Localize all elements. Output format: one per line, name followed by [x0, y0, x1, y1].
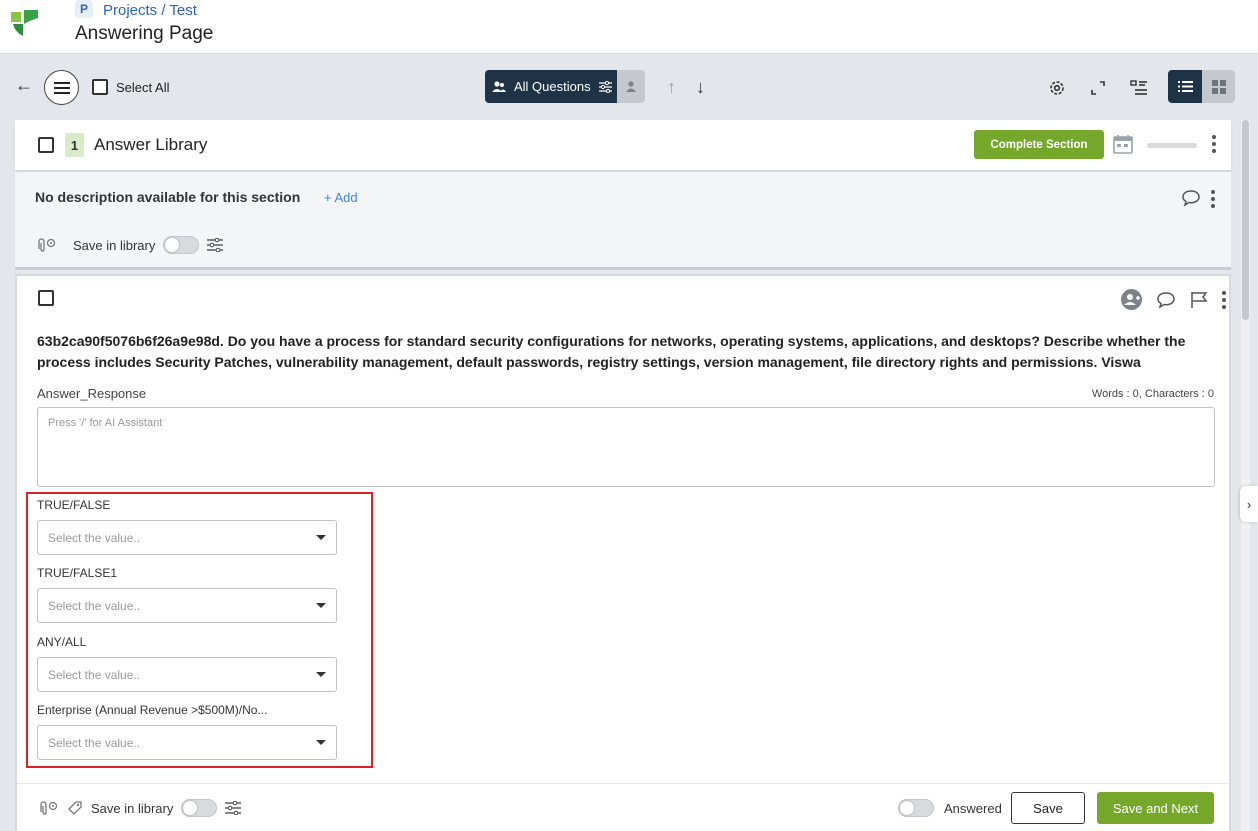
field-label-true-false: TRUE/FALSE: [37, 498, 111, 512]
answered-toggle-group: Answered: [898, 799, 1002, 817]
question-footer: Save in library Answered Save Save and N…: [17, 783, 1229, 831]
save-button[interactable]: Save: [1011, 792, 1085, 824]
section-progress-bar: [1147, 143, 1197, 148]
section-title: Answer Library: [94, 135, 208, 154]
select-placeholder: Select the value..: [48, 598, 141, 613]
question-card: 63b2ca90f5076b6f26a9e98d. Do you have a …: [15, 274, 1231, 831]
tag-icon[interactable]: [67, 800, 83, 816]
section-description: No description available for this sectio…: [15, 172, 1231, 270]
question-more-icon[interactable]: [1222, 290, 1226, 309]
page-title: Answering Page: [75, 23, 214, 44]
section-save-in-library: Save in library: [35, 236, 224, 254]
list-view-button[interactable]: [1168, 70, 1202, 103]
hamburger-icon: [53, 81, 70, 94]
calendar-icon[interactable]: [1113, 134, 1133, 154]
add-description-link[interactable]: + Add: [324, 190, 358, 205]
library-settings-icon[interactable]: [225, 801, 242, 815]
grid-view-button[interactable]: [1202, 70, 1235, 103]
section-more-icon[interactable]: [1212, 135, 1216, 153]
outline-list-icon[interactable]: [1130, 79, 1148, 97]
question-filter[interactable]: All Questions: [485, 70, 645, 103]
caret-down-icon: [316, 535, 326, 540]
attachment-icon[interactable]: [35, 237, 57, 253]
select-all-checkbox[interactable]: [92, 79, 108, 95]
true-false-select[interactable]: Select the value..: [37, 520, 337, 555]
arrow-up-icon[interactable]: ↑: [667, 77, 676, 98]
scrollbar[interactable]: [1241, 120, 1250, 831]
true-false1-select[interactable]: Select the value..: [37, 588, 337, 623]
app-logo-icon[interactable]: [11, 10, 39, 36]
select-placeholder: Select the value..: [48, 667, 141, 682]
all-questions-label: All Questions: [514, 79, 591, 94]
save-in-library-label: Save in library: [91, 800, 174, 816]
question-text: 63b2ca90f5076b6f26a9e98d. Do you have a …: [37, 333, 1186, 370]
arrow-down-icon[interactable]: ↓: [696, 77, 705, 98]
answered-label: Answered: [944, 800, 1002, 816]
grid-view-icon: [1211, 79, 1226, 94]
section-number: 1: [65, 133, 84, 157]
filter-sliders-icon[interactable]: [598, 80, 612, 93]
save-in-library-toggle[interactable]: [181, 799, 218, 817]
list-view-icon: [1177, 81, 1193, 92]
project-icon: P: [75, 0, 93, 18]
answer-label: Answer_Response: [37, 386, 147, 401]
attachment-icon[interactable]: [37, 800, 59, 816]
select-placeholder: Select the value..: [48, 530, 141, 545]
my-questions-button[interactable]: [617, 70, 645, 103]
question-actions: [1121, 289, 1226, 310]
flag-icon[interactable]: [1190, 291, 1208, 309]
enterprise-select[interactable]: Select the value..: [37, 725, 337, 760]
any-all-select[interactable]: Select the value..: [37, 657, 337, 692]
library-settings-icon[interactable]: [207, 238, 224, 252]
description-more-icon[interactable]: [1211, 190, 1215, 208]
question-save-in-library: Save in library: [37, 799, 242, 817]
comment-icon[interactable]: [1156, 291, 1176, 309]
all-questions-button[interactable]: All Questions: [485, 70, 617, 103]
expand-icon[interactable]: [1089, 79, 1107, 97]
comment-icon[interactable]: [1181, 189, 1201, 207]
section-checkbox[interactable]: [38, 137, 54, 153]
menu-button[interactable]: [44, 70, 79, 105]
expand-panel-chevron-icon[interactable]: ›: [1240, 486, 1258, 522]
answer-textarea[interactable]: Press '/' for AI Assistant: [37, 407, 1215, 487]
complete-section-button[interactable]: Complete Section: [974, 130, 1104, 159]
select-all[interactable]: Select All: [92, 79, 169, 95]
select-all-label: Select All: [116, 79, 170, 95]
description-text: No description available for this sectio…: [35, 189, 301, 205]
field-label-enterprise: Enterprise (Annual Revenue >$500M)/No...: [37, 703, 268, 717]
toolbar: ← Select All All Questions ↑ ↓: [0, 55, 1258, 120]
section-header: 1 Answer Library Complete Section: [15, 120, 1231, 170]
field-label-true-false1: TRUE/FALSE1: [37, 566, 118, 580]
field-label-any-all: ANY/ALL: [37, 635, 87, 649]
user-icon: [626, 81, 636, 92]
users-icon: [492, 80, 506, 92]
save-in-library-label: Save in library: [73, 237, 156, 253]
app-header: P Projects / Test Answering Page: [0, 0, 1258, 54]
caret-down-icon: [316, 740, 326, 745]
scrollbar-thumb[interactable]: [1242, 120, 1249, 320]
word-char-counter: Words : 0, Characters : 0: [1091, 388, 1214, 400]
answered-toggle[interactable]: [898, 799, 934, 817]
back-arrow-icon[interactable]: ←: [15, 76, 35, 94]
assign-user-icon[interactable]: [1121, 289, 1142, 310]
select-placeholder: Select the value..: [48, 735, 141, 750]
caret-down-icon: [316, 603, 326, 608]
caret-down-icon: [316, 672, 326, 677]
view-toggle[interactable]: [1168, 70, 1235, 103]
breadcrumb[interactable]: Projects / Test: [103, 2, 197, 19]
settings-gear-icon[interactable]: [1048, 79, 1066, 97]
save-in-library-toggle[interactable]: [163, 236, 200, 254]
question-checkbox[interactable]: [38, 290, 54, 306]
save-and-next-button[interactable]: Save and Next: [1097, 792, 1214, 824]
